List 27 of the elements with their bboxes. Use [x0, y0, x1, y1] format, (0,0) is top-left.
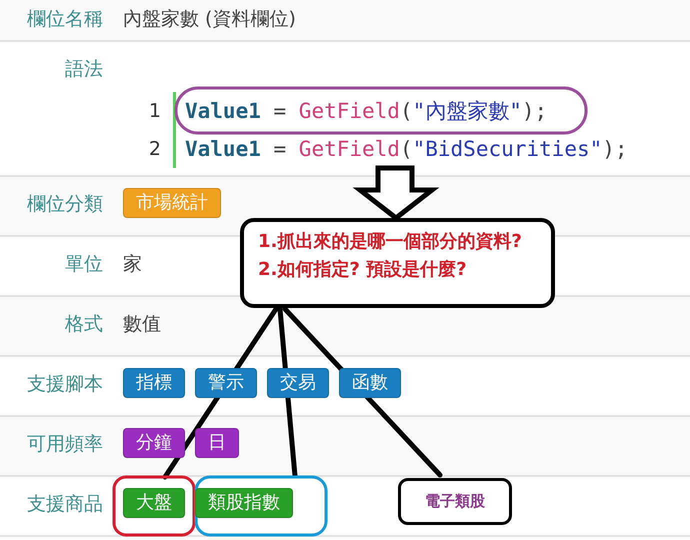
- tag-badge: 警示: [195, 368, 257, 398]
- field-label: 語法: [64, 57, 103, 82]
- field-value: 家: [123, 252, 142, 277]
- tag-badge: 指標: [123, 368, 185, 398]
- field-label: 可用頻率: [26, 432, 103, 457]
- line-number: 2: [148, 138, 161, 160]
- field-label: 支援商品: [26, 492, 103, 517]
- tag-badge: 大盤: [123, 488, 185, 518]
- field-value: 數值: [123, 312, 161, 337]
- field-label: 單位: [64, 252, 103, 277]
- code-line: Value1 = GetField("BidSecurities");: [185, 138, 628, 160]
- tag-badge: 類股指數: [195, 488, 293, 518]
- field-label: 欄位分類: [26, 192, 103, 217]
- tag-badge: 交易: [267, 368, 329, 398]
- field-label: 欄位名稱: [26, 7, 103, 32]
- field-label: 支援腳本: [26, 372, 103, 397]
- field-value: 內盤家數 (資料欄位): [123, 7, 296, 32]
- tag-badge: 分鐘: [123, 428, 185, 458]
- line-number: 1: [148, 100, 161, 122]
- tag-badge: 日: [195, 428, 239, 458]
- field-label: 格式: [64, 312, 103, 337]
- callout-text: 2.如何指定? 預設是什麼?: [258, 260, 468, 280]
- code-line: Value1 = GetField("內盤家數");: [185, 100, 548, 122]
- callout-text: 1.抓出來的是哪一個部分的資料?: [258, 232, 523, 252]
- note-text: 電子類股: [425, 492, 485, 511]
- tag-badge: 市場統計: [123, 188, 221, 218]
- tag-badge: 函數: [339, 368, 401, 398]
